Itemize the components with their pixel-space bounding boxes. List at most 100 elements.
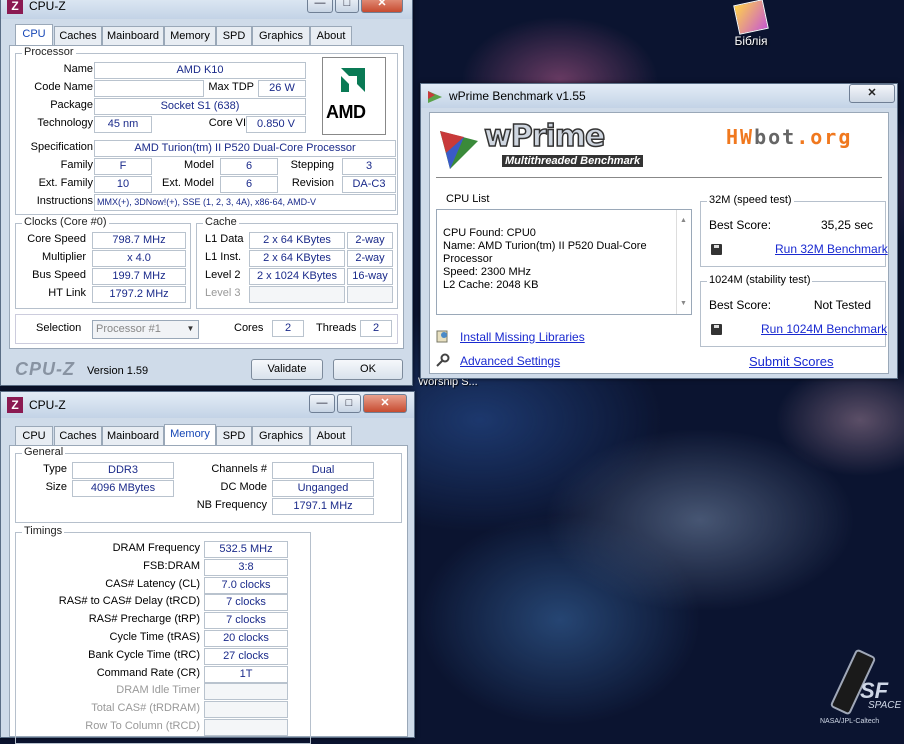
tab-cpu[interactable]: CPU bbox=[15, 24, 53, 46]
tab-panel: General Type DDR3 Size 4096 MBytes Chann… bbox=[9, 445, 408, 744]
wprime-logo: wPrime Multithreaded Benchmark bbox=[438, 118, 658, 173]
tab-caches[interactable]: Caches bbox=[54, 426, 102, 445]
group-title: Processor bbox=[22, 46, 76, 58]
spec-value: AMD Turion(tm) II P520 Dual-Core Process… bbox=[94, 140, 396, 157]
tab-memory[interactable]: Memory bbox=[164, 26, 216, 45]
close-button[interactable]: ✕ bbox=[363, 394, 407, 413]
cpu-list-scrollbar[interactable]: ▲ ▼ bbox=[676, 210, 691, 314]
dcmode-label: DC Mode bbox=[220, 481, 267, 493]
title-bar[interactable]: wPrime Benchmark v1.55 ✕ bbox=[421, 84, 897, 108]
timing-value bbox=[204, 683, 288, 701]
group-title: Clocks (Core #0) bbox=[22, 216, 109, 228]
processor-select-value: Processor #1 bbox=[96, 323, 161, 335]
revision-value: DA-C3 bbox=[342, 176, 396, 193]
wprime-triangle-icon bbox=[440, 131, 478, 169]
timing-label: RAS# to CAS# Delay (tRCD) bbox=[58, 595, 200, 608]
save-icon bbox=[711, 244, 722, 255]
save-icon bbox=[711, 324, 722, 335]
tab-mainboard[interactable]: Mainboard bbox=[102, 26, 164, 45]
nbfreq-label: NB Frequency bbox=[196, 499, 267, 511]
hwbot-hw: HW bbox=[726, 125, 755, 149]
general-group: General Type DDR3 Size 4096 MBytes Chann… bbox=[15, 446, 402, 523]
title-bar[interactable]: Z CPU-Z — □ ✕ bbox=[1, 392, 414, 418]
timing-value: 1T bbox=[204, 665, 288, 683]
install-libraries-link[interactable]: Install Missing Libraries bbox=[460, 330, 585, 344]
tab-about[interactable]: About bbox=[310, 426, 352, 445]
tab-cpu[interactable]: CPU bbox=[15, 426, 53, 445]
l1d-label: L1 Data bbox=[205, 233, 244, 245]
run-32m-link[interactable]: Run 32M Benchmark bbox=[775, 242, 888, 256]
spec-label: Specification bbox=[30, 141, 93, 153]
family-label: Family bbox=[60, 159, 93, 171]
timing-value bbox=[204, 701, 288, 719]
validate-button[interactable]: Validate bbox=[251, 359, 323, 380]
l2-way: 16-way bbox=[347, 268, 393, 285]
desktop-icon-bible[interactable]: Біблія bbox=[727, 0, 775, 48]
minimize-button[interactable]: — bbox=[307, 0, 333, 13]
scroll-up-icon[interactable]: ▲ bbox=[680, 214, 687, 227]
l1i-way: 2-way bbox=[347, 250, 393, 267]
timing-value bbox=[204, 719, 288, 736]
group-title: Timings bbox=[22, 525, 65, 537]
processor-select[interactable]: Processor #1 ▼ bbox=[92, 320, 199, 339]
submit-scores-link[interactable]: Submit Scores bbox=[749, 354, 834, 369]
tab-graphics[interactable]: Graphics bbox=[252, 426, 310, 445]
cpuz-app-icon: Z bbox=[7, 0, 23, 14]
model-label: Model bbox=[184, 159, 214, 171]
dcmode-value: Unganged bbox=[272, 480, 374, 497]
nbfreq-value: 1797.1 MHz bbox=[272, 498, 374, 515]
wprime-body: wPrime Multithreaded Benchmark HWbot.org… bbox=[429, 112, 889, 374]
family-value: F bbox=[94, 158, 152, 175]
type-label: Type bbox=[43, 463, 67, 475]
codename-value bbox=[94, 80, 204, 97]
bible-shortcut-icon bbox=[733, 0, 769, 35]
timing-value: 7.0 clocks bbox=[204, 576, 288, 594]
stability-test-group: 1024M (stability test) Best Score: Not T… bbox=[700, 274, 887, 347]
tab-memory[interactable]: Memory bbox=[164, 424, 216, 446]
timing-value: 3:8 bbox=[204, 558, 288, 576]
divider bbox=[436, 177, 882, 178]
wprime-window: wPrime Benchmark v1.55 ✕ wPrime Multithr… bbox=[420, 83, 898, 379]
window-title: CPU-Z bbox=[29, 0, 66, 13]
technology-value: 45 nm bbox=[94, 116, 152, 133]
title-bar[interactable]: Z CPU-Z — □ ✕ bbox=[1, 0, 412, 19]
cpu-list-textbox[interactable]: CPU Found: CPU0 Name: AMD Turion(tm) II … bbox=[436, 209, 692, 315]
selection-label: Selection bbox=[36, 322, 82, 334]
extfamily-label: Ext. Family bbox=[38, 177, 93, 189]
tab-about[interactable]: About bbox=[310, 26, 352, 45]
package-label: Package bbox=[50, 99, 93, 111]
stepping-label: Stepping bbox=[290, 159, 334, 171]
minimize-button[interactable]: — bbox=[309, 394, 335, 413]
technology-label: Technology bbox=[37, 117, 93, 129]
tab-caches[interactable]: Caches bbox=[54, 26, 102, 45]
extmodel-value: 6 bbox=[220, 176, 278, 193]
maximize-button[interactable]: □ bbox=[337, 394, 361, 413]
amd-arrow-icon bbox=[341, 68, 365, 92]
instructions-value: MMX(+), 3DNow!(+), SSE (1, 2, 3, 4A), x8… bbox=[94, 194, 396, 211]
run-1024m-link[interactable]: Run 1024M Benchmark bbox=[761, 322, 887, 336]
group-title: General bbox=[22, 446, 66, 458]
timing-value: 532.5 MHz bbox=[204, 541, 288, 558]
tab-graphics[interactable]: Graphics bbox=[252, 26, 310, 45]
htlink-label: HT Link bbox=[48, 287, 86, 299]
timing-value: 20 clocks bbox=[204, 630, 288, 647]
cores-value: 2 bbox=[272, 320, 304, 337]
scroll-down-icon[interactable]: ▼ bbox=[680, 297, 687, 310]
timing-label: Command Rate (CR) bbox=[96, 666, 200, 679]
close-button[interactable]: ✕ bbox=[361, 0, 403, 13]
tab-spd[interactable]: SPD bbox=[216, 26, 252, 45]
tab-spd[interactable]: SPD bbox=[216, 426, 252, 445]
codename-label: Code Name bbox=[34, 81, 93, 93]
l1i-value: 2 x 64 KBytes bbox=[249, 250, 345, 267]
timing-label: Row To Column (tRCD) bbox=[85, 720, 200, 732]
ok-button[interactable]: OK bbox=[333, 359, 403, 380]
cpu-list-text: CPU Found: CPU0 Name: AMD Turion(tm) II … bbox=[443, 227, 647, 291]
maximize-button[interactable]: □ bbox=[335, 0, 359, 13]
timing-value: 7 clocks bbox=[204, 612, 288, 630]
busspeed-label: Bus Speed bbox=[32, 269, 86, 281]
tab-mainboard[interactable]: Mainboard bbox=[102, 426, 164, 445]
advanced-settings-link[interactable]: Advanced Settings bbox=[460, 354, 560, 368]
extfamily-value: 10 bbox=[94, 176, 152, 193]
close-button[interactable]: ✕ bbox=[849, 84, 895, 103]
cpuz-window-memory: Z CPU-Z — □ ✕ CPU Caches Mainboard Memor… bbox=[0, 391, 415, 744]
